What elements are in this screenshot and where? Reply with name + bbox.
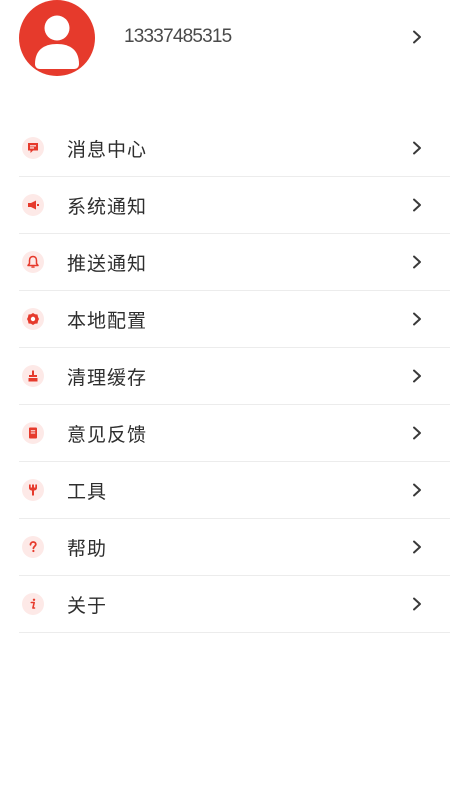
menu-item-label: 帮助 xyxy=(67,538,108,560)
menu-item-label: 关于 xyxy=(67,595,108,617)
menu-item-about[interactable]: 关于 xyxy=(19,576,450,633)
menu-item-label: 推送通知 xyxy=(67,253,148,275)
menu-item-message-center[interactable]: 消息中心 xyxy=(19,120,450,177)
menu-item-label: 系统通知 xyxy=(67,196,148,218)
chevron-right-icon xyxy=(413,141,421,155)
broom-icon xyxy=(22,365,44,387)
chevron-right-icon xyxy=(413,483,421,497)
phone-number: 13337485315 xyxy=(124,26,232,47)
chevron-right-icon xyxy=(413,540,421,554)
menu-item-label: 消息中心 xyxy=(67,139,148,161)
chevron-right-icon xyxy=(413,597,421,611)
bell-icon xyxy=(22,251,44,273)
chevron-right-icon xyxy=(413,312,421,326)
question-icon xyxy=(22,536,44,558)
user-avatar-icon xyxy=(19,0,95,76)
menu-item-tools[interactable]: 工具 xyxy=(19,462,450,519)
chevron-right-icon xyxy=(413,426,421,440)
menu-item-system-notice[interactable]: 系统通知 xyxy=(19,177,450,234)
wrench-icon xyxy=(22,479,44,501)
chevron-right-icon xyxy=(413,255,421,269)
chevron-right-icon xyxy=(413,369,421,383)
menu-item-label: 本地配置 xyxy=(67,310,148,332)
info-icon xyxy=(22,593,44,615)
document-icon xyxy=(22,422,44,444)
menu-item-label: 意见反馈 xyxy=(67,424,148,446)
menu-item-feedback[interactable]: 意见反馈 xyxy=(19,405,450,462)
menu-item-local-config[interactable]: 本地配置 xyxy=(19,291,450,348)
chevron-right-icon xyxy=(413,30,421,44)
gear-icon xyxy=(22,308,44,330)
megaphone-icon xyxy=(22,194,44,216)
settings-menu: 消息中心 系统通知 推送通知 本地配置 清理缓存 意见反馈 工具 帮助 关于 xyxy=(19,120,450,633)
profile-header[interactable]: 13337485315 xyxy=(0,0,450,80)
message-icon xyxy=(22,137,44,159)
menu-item-help[interactable]: 帮助 xyxy=(19,519,450,576)
menu-item-label: 清理缓存 xyxy=(67,367,148,389)
menu-item-label: 工具 xyxy=(67,481,108,503)
menu-item-push-notice[interactable]: 推送通知 xyxy=(19,234,450,291)
chevron-right-icon xyxy=(413,198,421,212)
menu-item-clear-cache[interactable]: 清理缓存 xyxy=(19,348,450,405)
